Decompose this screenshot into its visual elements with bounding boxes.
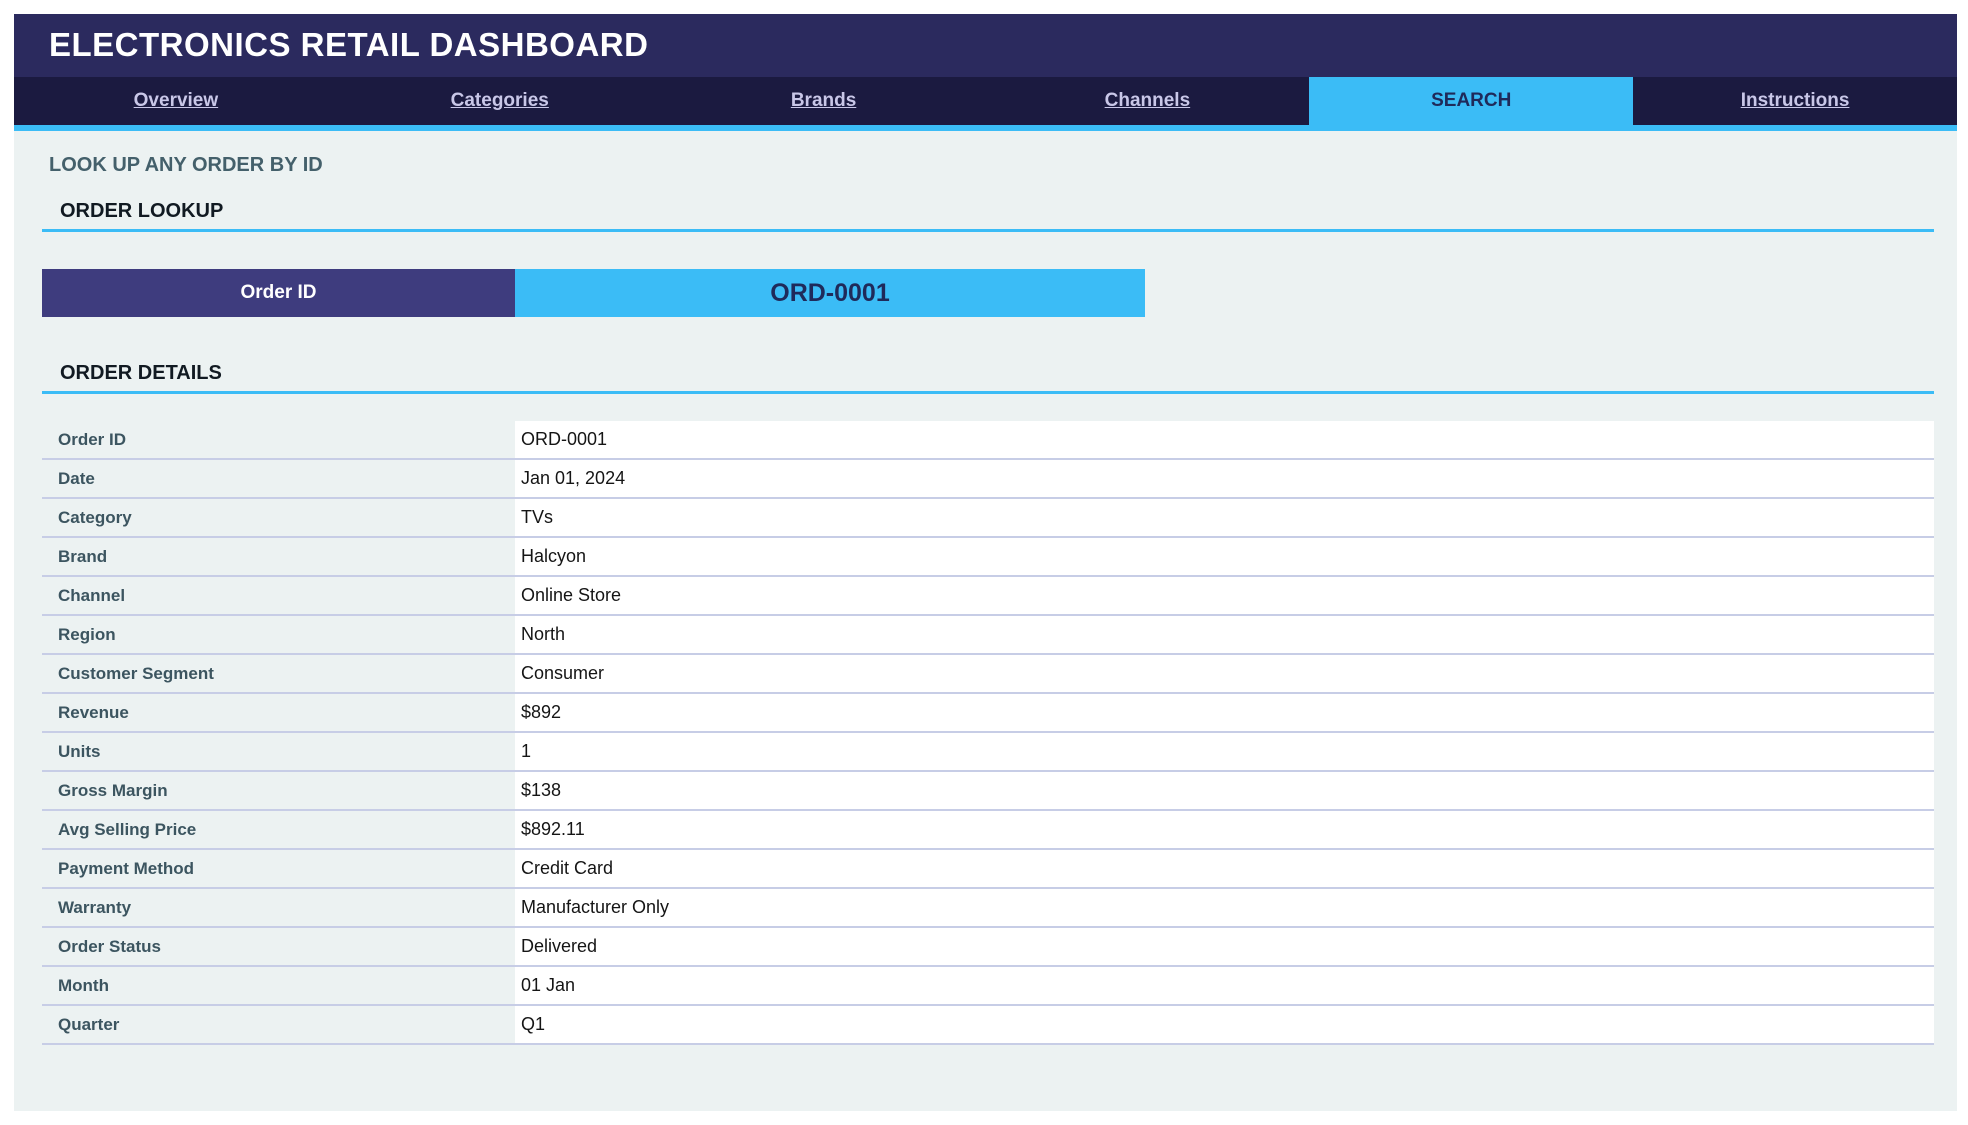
detail-label-region: Region bbox=[42, 616, 515, 653]
order-details-table: Order ID ORD-0001 Date Jan 01, 2024 Cate… bbox=[42, 421, 1934, 1045]
tab-channels[interactable]: Channels bbox=[985, 77, 1309, 125]
tab-brands[interactable]: Brands bbox=[662, 77, 986, 125]
detail-label-month: Month bbox=[42, 967, 515, 1004]
detail-value-units: 1 bbox=[515, 733, 1934, 770]
table-row: Region North bbox=[42, 616, 1934, 655]
detail-value-gross-margin: $138 bbox=[515, 772, 1934, 809]
detail-label-channel: Channel bbox=[42, 577, 515, 614]
tab-overview[interactable]: Overview bbox=[14, 77, 338, 125]
table-row: Payment Method Credit Card bbox=[42, 850, 1934, 889]
detail-value-order-id: ORD-0001 bbox=[515, 421, 1934, 458]
detail-value-order-status: Delivered bbox=[515, 928, 1934, 965]
detail-label-customer-segment: Customer Segment bbox=[42, 655, 515, 692]
tab-bar: Overview Categories Brands Channels SEAR… bbox=[14, 77, 1957, 125]
detail-label-units: Units bbox=[42, 733, 515, 770]
detail-label-avg-selling-price: Avg Selling Price bbox=[42, 811, 515, 848]
tab-instructions[interactable]: Instructions bbox=[1633, 77, 1957, 125]
detail-label-payment-method: Payment Method bbox=[42, 850, 515, 887]
table-row: Warranty Manufacturer Only bbox=[42, 889, 1934, 928]
table-row: Month 01 Jan bbox=[42, 967, 1934, 1006]
order-details-heading-text: ORDER DETAILS bbox=[60, 362, 222, 384]
order-lookup-row: Order ID ORD-0001 bbox=[42, 269, 1145, 317]
table-row: Units 1 bbox=[42, 733, 1934, 772]
detail-value-customer-segment: Consumer bbox=[515, 655, 1934, 692]
table-row: Category TVs bbox=[42, 499, 1934, 538]
app-header: ELECTRONICS RETAIL DASHBOARD bbox=[14, 14, 1957, 77]
order-lookup-heading-text: ORDER LOOKUP bbox=[60, 200, 224, 222]
table-row: Quarter Q1 bbox=[42, 1006, 1934, 1045]
detail-value-payment-method: Credit Card bbox=[515, 850, 1934, 887]
dashboard-frame: ELECTRONICS RETAIL DASHBOARD Overview Ca… bbox=[14, 14, 1957, 1111]
order-lookup-heading: ORDER LOOKUP bbox=[42, 194, 1934, 232]
tab-categories[interactable]: Categories bbox=[338, 77, 662, 125]
detail-label-warranty: Warranty bbox=[42, 889, 515, 926]
detail-value-brand: Halcyon bbox=[515, 538, 1934, 575]
detail-value-category: TVs bbox=[515, 499, 1934, 536]
detail-label-date: Date bbox=[42, 460, 515, 497]
detail-value-revenue: $892 bbox=[515, 694, 1934, 731]
detail-label-gross-margin: Gross Margin bbox=[42, 772, 515, 809]
detail-label-category: Category bbox=[42, 499, 515, 536]
detail-value-date: Jan 01, 2024 bbox=[515, 460, 1934, 497]
detail-value-month: 01 Jan bbox=[515, 967, 1934, 1004]
table-row: Revenue $892 bbox=[42, 694, 1934, 733]
tab-underbar bbox=[14, 125, 1957, 131]
detail-label-quarter: Quarter bbox=[42, 1006, 515, 1043]
table-row: Gross Margin $138 bbox=[42, 772, 1934, 811]
tab-search[interactable]: SEARCH bbox=[1309, 77, 1634, 125]
table-row: Channel Online Store bbox=[42, 577, 1934, 616]
table-row: Order Status Delivered bbox=[42, 928, 1934, 967]
detail-label-brand: Brand bbox=[42, 538, 515, 575]
detail-value-quarter: Q1 bbox=[515, 1006, 1934, 1043]
detail-label-order-id: Order ID bbox=[42, 421, 515, 458]
table-row: Date Jan 01, 2024 bbox=[42, 460, 1934, 499]
detail-label-revenue: Revenue bbox=[42, 694, 515, 731]
detail-value-avg-selling-price: $892.11 bbox=[515, 811, 1934, 848]
order-id-label: Order ID bbox=[42, 269, 515, 317]
table-row: Order ID ORD-0001 bbox=[42, 421, 1934, 460]
table-row: Avg Selling Price $892.11 bbox=[42, 811, 1934, 850]
page-subtitle: LOOK UP ANY ORDER BY ID bbox=[49, 154, 323, 176]
detail-value-warranty: Manufacturer Only bbox=[515, 889, 1934, 926]
app-title: ELECTRONICS RETAIL DASHBOARD bbox=[49, 26, 649, 63]
detail-label-order-status: Order Status bbox=[42, 928, 515, 965]
table-row: Brand Halcyon bbox=[42, 538, 1934, 577]
detail-value-region: North bbox=[515, 616, 1934, 653]
table-row: Customer Segment Consumer bbox=[42, 655, 1934, 694]
order-details-heading: ORDER DETAILS bbox=[42, 356, 1934, 394]
detail-value-channel: Online Store bbox=[515, 577, 1934, 614]
order-id-input[interactable]: ORD-0001 bbox=[515, 269, 1145, 317]
